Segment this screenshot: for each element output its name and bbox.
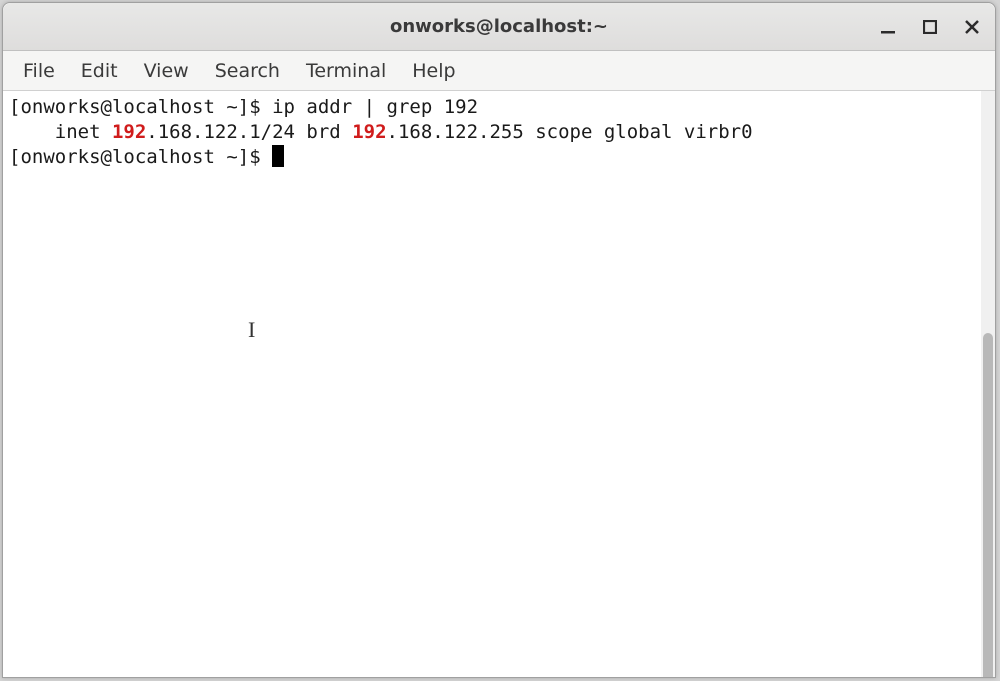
output-seg1: .168.122.1/24 brd (146, 121, 352, 143)
minimize-icon (880, 19, 896, 35)
close-button[interactable] (959, 14, 985, 40)
terminal-body-wrap: [onworks@localhost ~]$ ip addr | grep 19… (3, 91, 995, 677)
window-title: onworks@localhost:~ (390, 16, 608, 37)
vertical-scrollbar[interactable] (981, 91, 995, 677)
prompt-2: [onworks@localhost ~]$ (9, 146, 272, 168)
menu-view[interactable]: View (132, 54, 201, 88)
menu-file[interactable]: File (11, 54, 67, 88)
scrollbar-thumb[interactable] (983, 333, 993, 678)
terminal-body[interactable]: [onworks@localhost ~]$ ip addr | grep 19… (3, 91, 981, 677)
menu-help[interactable]: Help (400, 54, 467, 88)
grep-match-2: 192 (352, 121, 386, 143)
close-icon (964, 19, 980, 35)
menu-terminal[interactable]: Terminal (294, 54, 398, 88)
maximize-icon (923, 20, 937, 34)
maximize-button[interactable] (917, 14, 943, 40)
command-1: ip addr | grep 192 (272, 96, 478, 118)
titlebar[interactable]: onworks@localhost:~ (3, 3, 995, 51)
menu-search[interactable]: Search (203, 54, 292, 88)
terminal-cursor (272, 145, 284, 167)
prompt-1: [onworks@localhost ~]$ (9, 96, 272, 118)
output-seg2: .168.122.255 scope global virbr0 (387, 121, 753, 143)
mouse-ibeam-cursor-icon: I (248, 317, 255, 342)
minimize-button[interactable] (875, 14, 901, 40)
terminal-window: onworks@localhost:~ File Edit View Searc… (2, 2, 996, 678)
output-pre: inet (9, 121, 112, 143)
menubar: File Edit View Search Terminal Help (3, 51, 995, 91)
grep-match-1: 192 (112, 121, 146, 143)
menu-edit[interactable]: Edit (69, 54, 130, 88)
window-controls (875, 14, 985, 40)
